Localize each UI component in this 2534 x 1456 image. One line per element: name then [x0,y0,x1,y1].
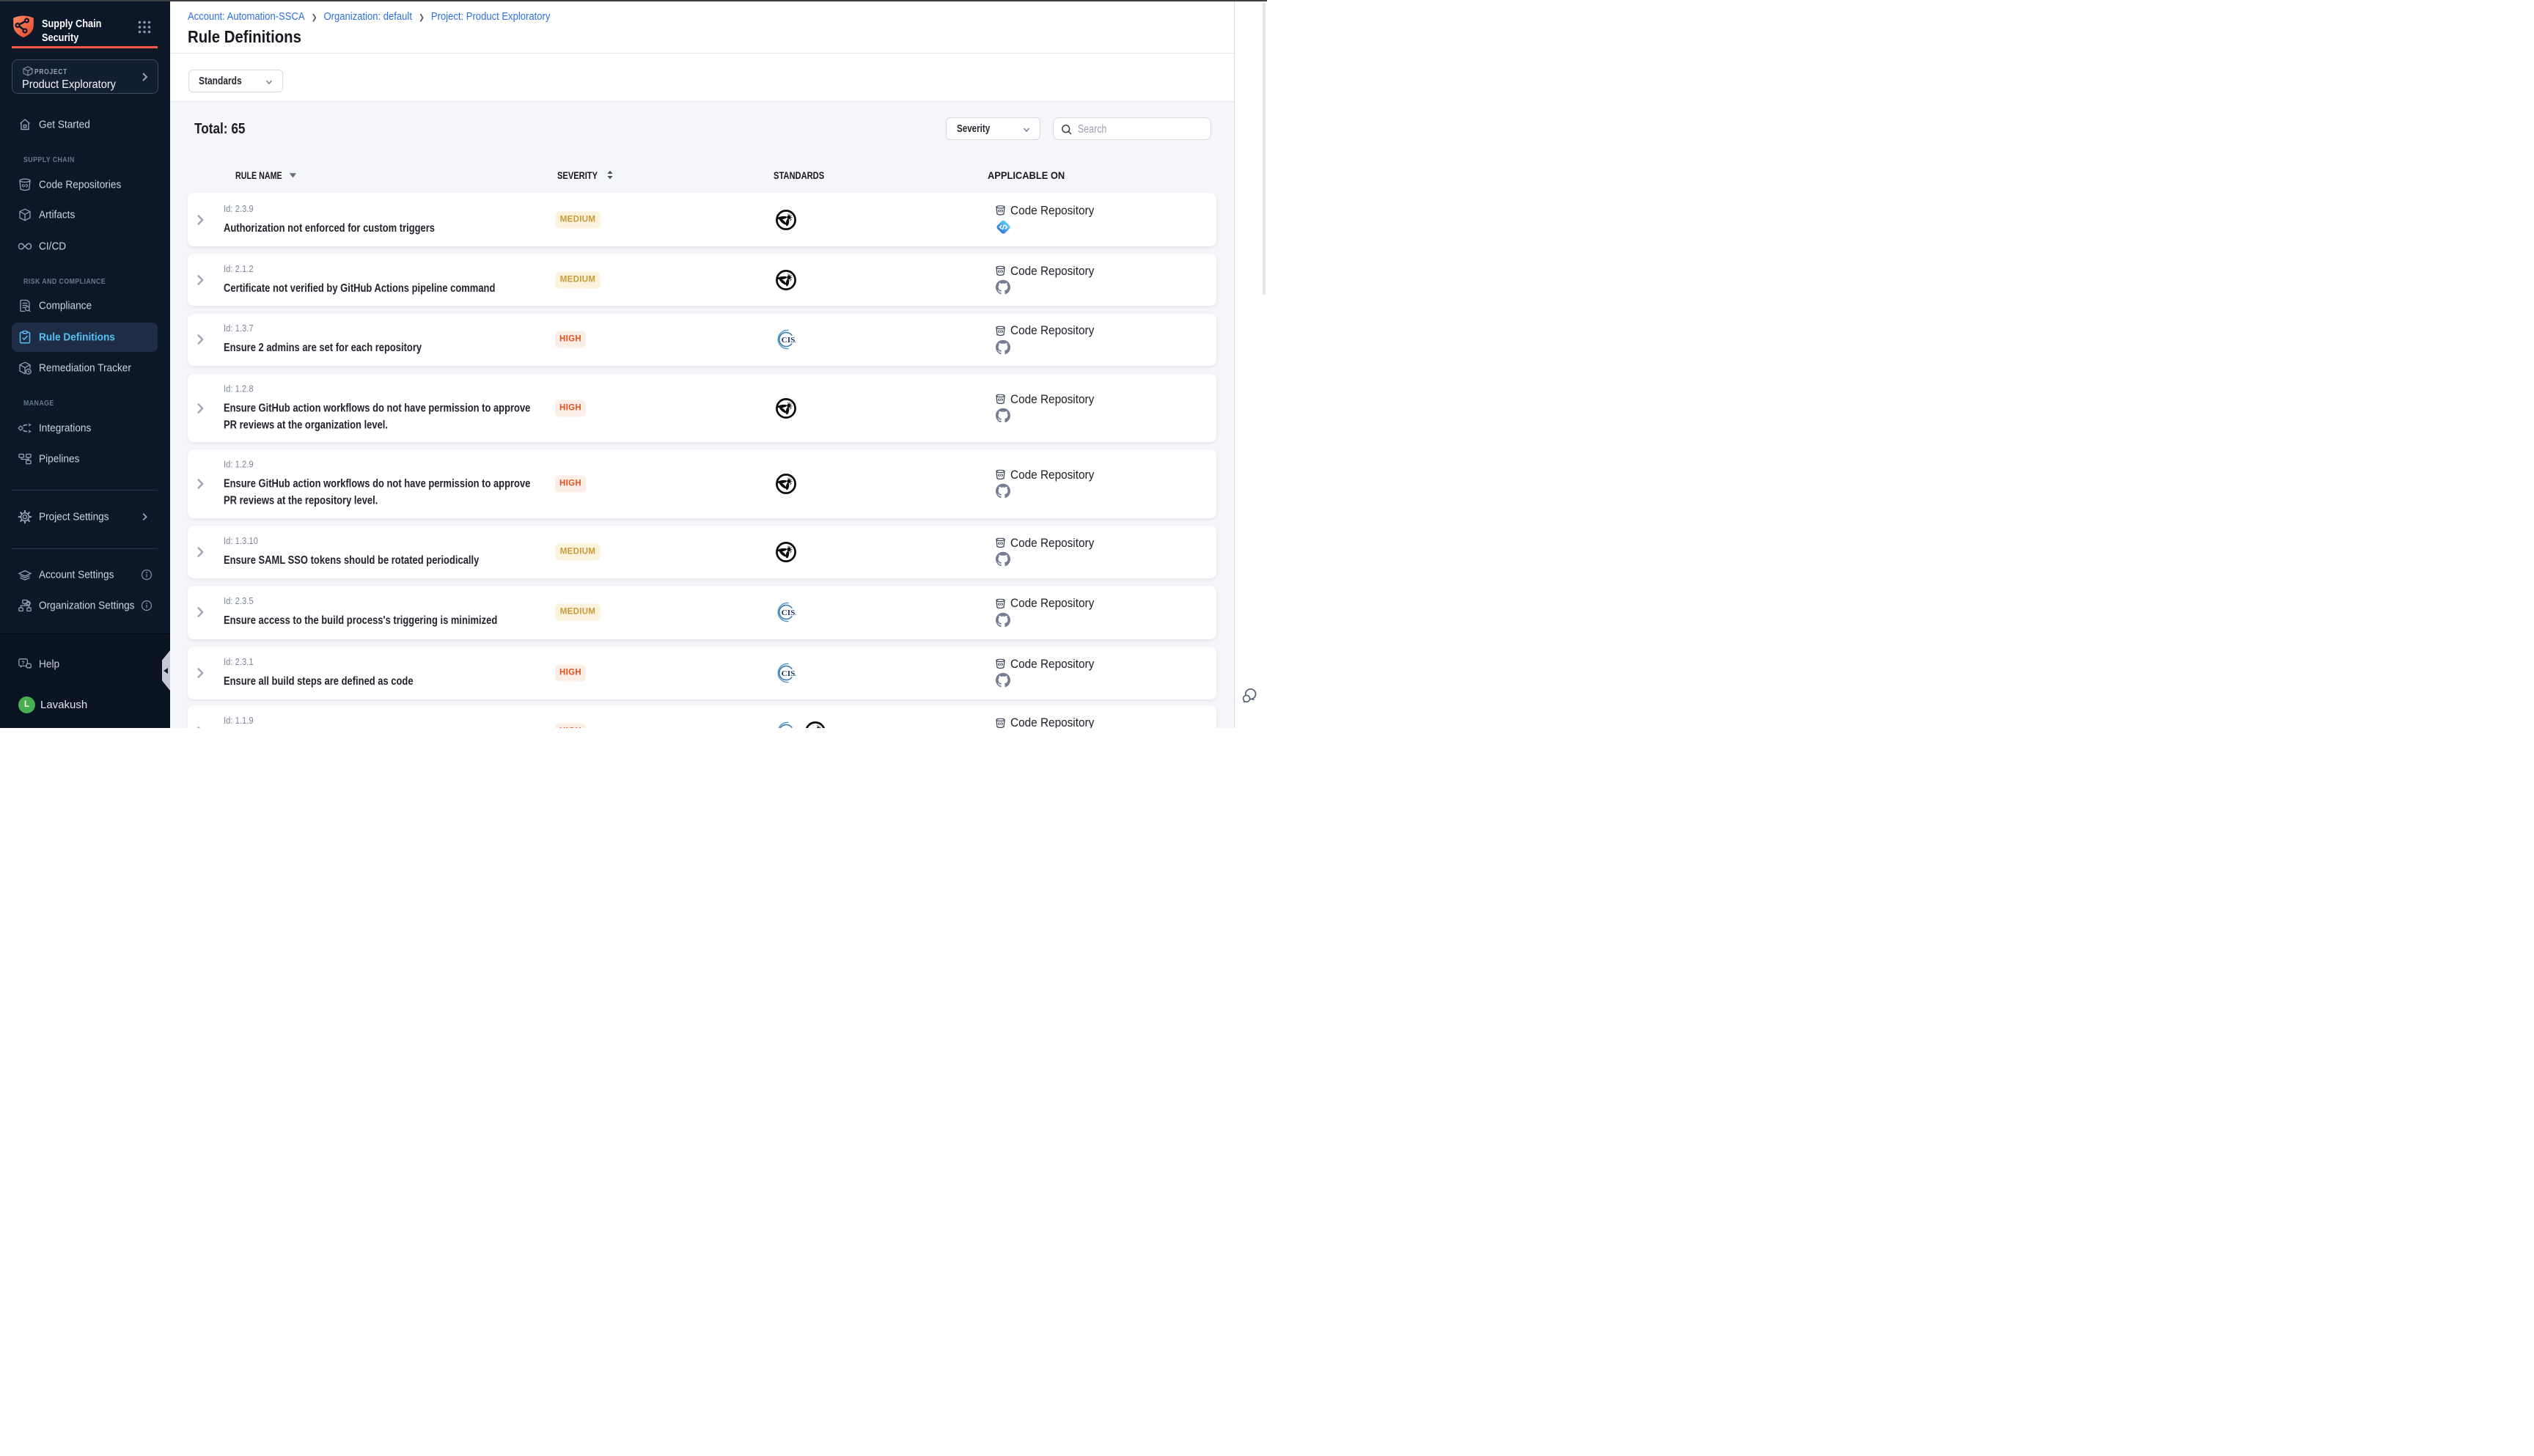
svg-text:?: ? [21,659,25,666]
